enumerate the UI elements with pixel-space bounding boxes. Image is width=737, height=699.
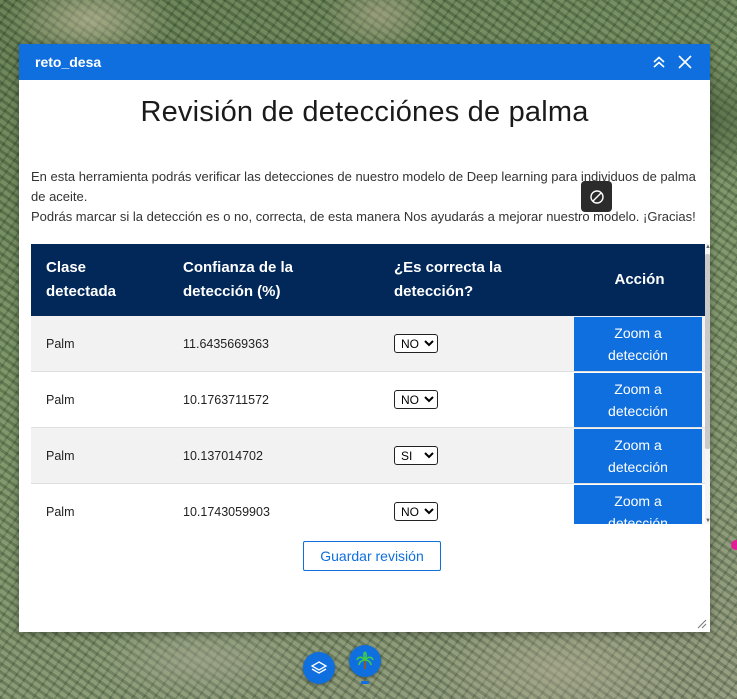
header-correcta-line2: detección?: [394, 283, 474, 300]
close-button[interactable]: [672, 49, 698, 75]
cell-clase: Palm: [31, 371, 168, 428]
zoom-button-line1: Zoom a: [614, 492, 662, 509]
correct-select[interactable]: NOSI: [394, 390, 438, 409]
zoom-button-line2: detección: [608, 346, 668, 363]
zoom-to-detection-button[interactable]: Zoom a detección: [574, 484, 702, 525]
cell-correcta: NOSI: [379, 371, 574, 428]
cell-accion: Zoom a detección: [574, 483, 705, 525]
cell-confianza: 10.1763711572: [168, 371, 379, 428]
cell-correcta: NOSI: [379, 427, 574, 484]
resize-grip-icon[interactable]: [697, 619, 707, 629]
header-confianza: Confianza de la detección (%): [168, 244, 379, 316]
cell-confianza: 10.1743059903: [168, 483, 379, 524]
cell-confianza: 10.137014702: [168, 427, 379, 484]
header-clase-line2: detectada: [46, 283, 117, 300]
cell-correcta: NOSI: [379, 483, 574, 524]
zoom-button-line1: Zoom a: [614, 324, 662, 341]
widget-body: Revisión de detecciónes de palma En esta…: [19, 80, 711, 632]
cell-accion: Zoom a detección: [574, 371, 705, 428]
zoom-button-line2: detección: [608, 514, 668, 525]
header-confianza-line1: Confianza de la: [183, 259, 294, 276]
palm-review-button[interactable]: [349, 645, 381, 677]
page-title: Revisión de detecciónes de palma: [140, 96, 589, 128]
table-header-row: Clase detectada Confianza de la detecció…: [31, 244, 705, 316]
correct-select[interactable]: NOSI: [394, 446, 438, 465]
collapse-button[interactable]: [646, 49, 672, 75]
disabled-icon: [589, 189, 604, 204]
disabled-badge[interactable]: [581, 181, 612, 212]
zoom-button-line2: detección: [608, 402, 668, 419]
header-clase-line1: Clase: [46, 259, 87, 276]
zoom-button-line1: Zoom a: [614, 380, 662, 397]
layers-button[interactable]: [303, 652, 335, 684]
header-correcta-line1: ¿Es correcta la: [394, 259, 502, 276]
cell-confianza: 11.6435669363: [168, 316, 379, 372]
close-icon: [678, 55, 692, 69]
save-review-button[interactable]: Guardar revisión: [303, 541, 441, 571]
zoom-to-detection-button[interactable]: Zoom a detección: [574, 428, 702, 483]
scroll-down-arrow[interactable]: ▼: [705, 518, 711, 524]
cell-clase: Palm: [31, 427, 168, 484]
header-confianza-line2: detección (%): [183, 283, 281, 300]
cell-accion: Zoom a detección: [574, 316, 705, 372]
layers-icon: [310, 661, 328, 674]
header-clase: Clase detectada: [31, 244, 168, 316]
table-row: Palm 11.6435669363 NOSI Zoom a detección: [31, 316, 705, 372]
cell-clase: Palm: [31, 483, 168, 524]
detections-table: Clase detectada Confianza de la detecció…: [31, 244, 705, 524]
scrollbar-thumb[interactable]: [705, 254, 710, 449]
header-correcta: ¿Es correcta la detección?: [379, 244, 574, 316]
table-scrollbar[interactable]: ▲ ▼: [705, 244, 711, 524]
correct-select[interactable]: NOSI: [394, 334, 438, 353]
correct-select[interactable]: NOSI: [394, 502, 438, 521]
table-row: Palm 10.1743059903 NOSI Zoom a detección: [31, 483, 705, 525]
scroll-up-arrow[interactable]: ▲: [705, 244, 711, 250]
table-row: Palm 10.137014702 NOSI Zoom a detección: [31, 427, 705, 484]
widget-panel: reto_desa Revisión de detecciónes de pal…: [19, 44, 711, 632]
zoom-to-detection-button[interactable]: Zoom a detección: [574, 372, 702, 427]
zoom-button-line1: Zoom a: [614, 436, 662, 453]
widget-title: reto_desa: [35, 54, 102, 70]
cell-clase: Palm: [31, 316, 168, 372]
palm-tree-icon: [356, 651, 374, 669]
zoom-button-line2: detección: [608, 458, 668, 475]
detections-table-container[interactable]: Clase detectada Confianza de la detecció…: [31, 244, 705, 524]
cell-correcta: NOSI: [379, 316, 574, 372]
zoom-to-detection-button[interactable]: Zoom a detección: [574, 316, 702, 371]
map-marker[interactable]: [731, 540, 737, 550]
table-row: Palm 10.1763711572 NOSI Zoom a detección: [31, 371, 705, 428]
widget-titlebar[interactable]: reto_desa: [19, 44, 710, 80]
header-accion: Acción: [574, 244, 705, 316]
collapse-icon: [653, 56, 665, 68]
cell-accion: Zoom a detección: [574, 427, 705, 484]
active-tool-indicator: [361, 681, 369, 684]
